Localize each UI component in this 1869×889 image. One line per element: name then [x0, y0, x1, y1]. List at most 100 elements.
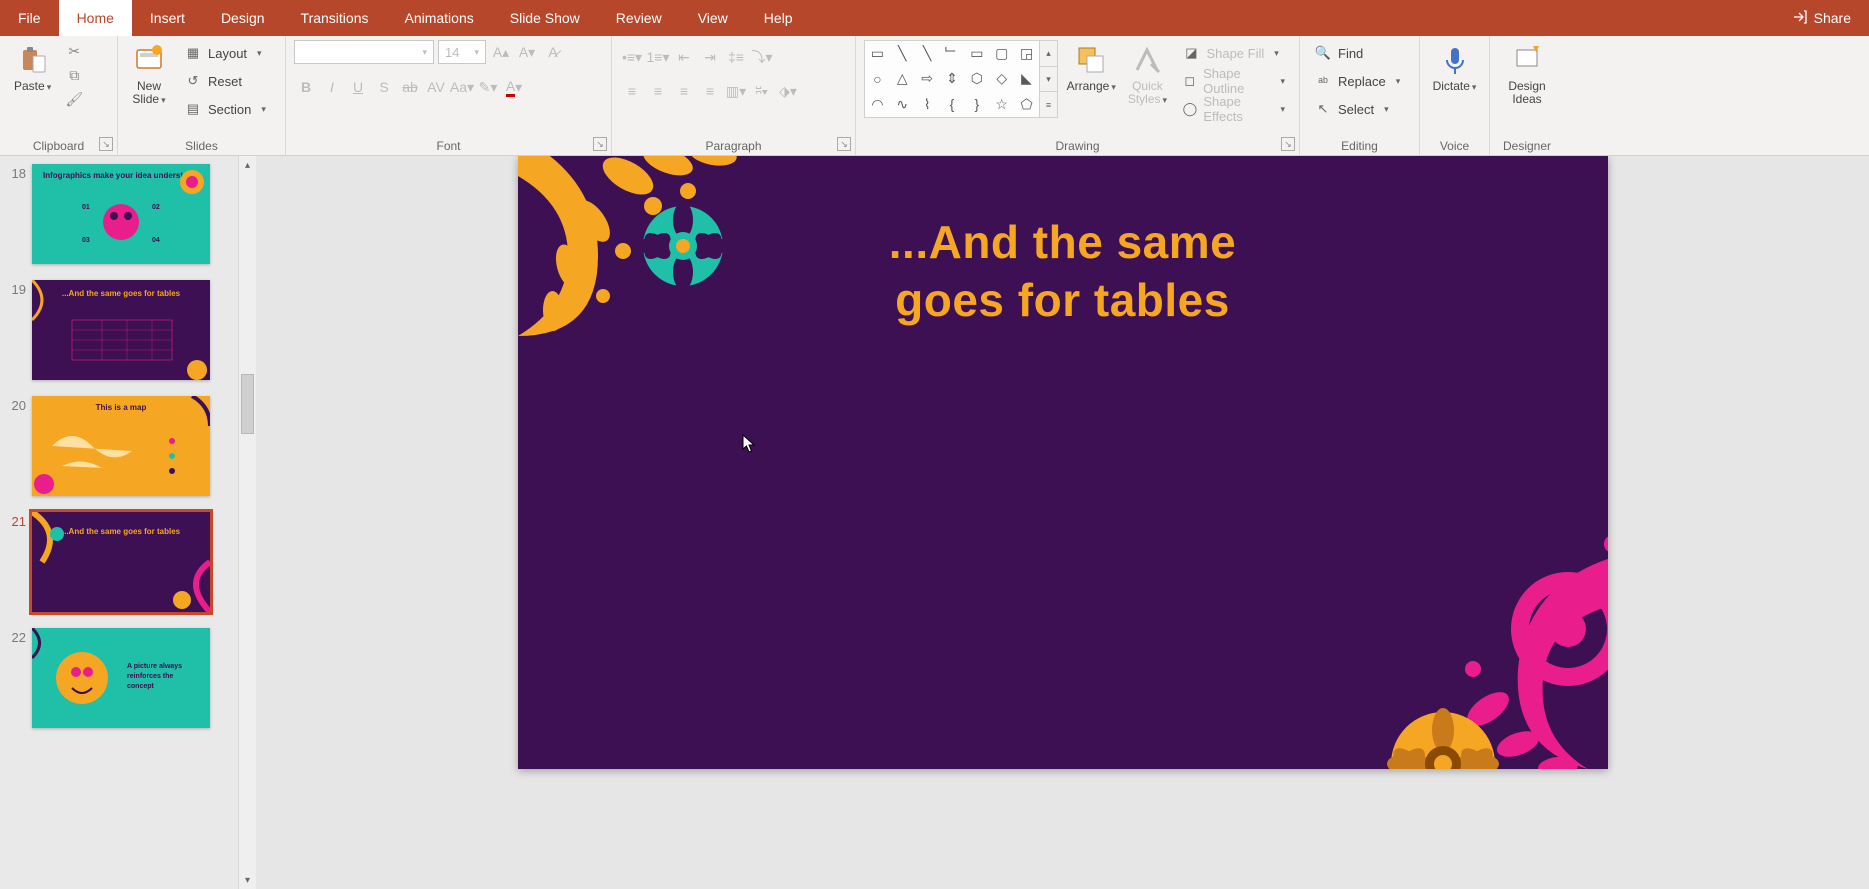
shape-arrow-ud[interactable]: ⇕ — [940, 66, 965, 91]
shapes-scroll-down[interactable]: ▾ — [1040, 67, 1057, 93]
shape-line[interactable]: ╲ — [890, 41, 915, 66]
shape-textbox[interactable]: ▭ — [865, 41, 890, 66]
line-spacing-icon[interactable]: ‡≡ — [724, 46, 748, 68]
underline-icon[interactable]: U — [346, 76, 370, 98]
shape-freeform[interactable]: ⌇ — [915, 92, 940, 117]
grow-font-icon[interactable]: A▴ — [490, 41, 512, 63]
tab-animations[interactable]: Animations — [386, 0, 491, 36]
shape-triangle[interactable]: △ — [890, 66, 915, 91]
char-spacing-icon[interactable]: AV — [424, 76, 448, 98]
shape-arrow-r[interactable]: ⇨ — [915, 66, 940, 91]
arrange-button[interactable]: Arrange — [1064, 40, 1118, 97]
format-painter-icon[interactable]: 🖌 — [63, 88, 85, 110]
shape-roundrect[interactable]: ▢ — [989, 41, 1014, 66]
increase-indent-icon[interactable]: ⇥ — [698, 46, 722, 68]
highlight-icon[interactable]: ✎▾ — [476, 76, 500, 98]
replace-button[interactable]: ᵃᵇReplace — [1308, 68, 1411, 94]
shape-oval[interactable]: ○ — [865, 66, 890, 91]
shapes-gallery-expand[interactable]: ≡ — [1040, 92, 1057, 117]
shape-curve[interactable]: ∿ — [890, 92, 915, 117]
quick-styles-button[interactable]: Quick Styles — [1124, 40, 1170, 110]
font-dialog-launcher[interactable]: ↘ — [593, 137, 607, 151]
shape-brace-l[interactable]: { — [940, 92, 965, 117]
tab-transitions[interactable]: Transitions — [283, 0, 387, 36]
find-button[interactable]: 🔍Find — [1308, 40, 1411, 66]
shadow-icon[interactable]: S — [372, 76, 396, 98]
slide-title[interactable]: ...And the same goes for tables — [518, 214, 1608, 329]
paste-button[interactable]: Paste — [8, 40, 57, 97]
tab-help[interactable]: Help — [746, 0, 811, 36]
align-right-icon[interactable]: ≡ — [672, 80, 696, 102]
thumbnail-20[interactable]: This is a map — [32, 396, 210, 496]
shape-callout[interactable]: ⬠ — [1014, 92, 1039, 117]
dictate-button[interactable]: Dictate — [1428, 40, 1481, 97]
smartart-icon[interactable]: ⬗▾ — [776, 80, 800, 102]
columns-icon[interactable]: ▥▾ — [724, 80, 748, 102]
tab-insert[interactable]: Insert — [132, 0, 203, 36]
tab-file[interactable]: File — [0, 0, 59, 36]
layout-button[interactable]: ▦Layout — [178, 40, 272, 66]
select-button[interactable]: ↖Select — [1308, 96, 1411, 122]
design-ideas-button[interactable]: Design Ideas — [1502, 40, 1551, 110]
font-name-combo[interactable]: ▾ — [294, 40, 434, 64]
cut-icon[interactable]: ✂ — [63, 40, 85, 62]
thumbnail-22[interactable]: A picture always reinforces the concept — [32, 628, 210, 728]
current-slide[interactable]: ...And the same goes for tables — [518, 156, 1608, 769]
shape-star[interactable]: ☆ — [989, 92, 1014, 117]
shapes-gallery[interactable]: ▭ ╲ ╲ ﹂ ▭ ▢ ◲ ○ △ ⇨ ⇕ ⬡ ◇ ◣ ◠ ∿ ⌇ — [864, 40, 1040, 118]
italic-icon[interactable]: I — [320, 76, 344, 98]
paragraph-dialog-launcher[interactable]: ↘ — [837, 137, 851, 151]
shape-connector[interactable]: ﹂ — [940, 41, 965, 66]
shape-hex[interactable]: ⬡ — [964, 66, 989, 91]
shape-chevron[interactable]: ◣ — [1014, 66, 1039, 91]
scroll-track[interactable] — [239, 174, 256, 871]
scroll-down-button[interactable]: ▾ — [239, 871, 256, 889]
slide-canvas-area[interactable]: ...And the same goes for tables — [256, 156, 1869, 889]
shape-snip[interactable]: ◲ — [1014, 41, 1039, 66]
tab-design[interactable]: Design — [203, 0, 283, 36]
share-button[interactable]: Share — [1774, 0, 1869, 36]
font-color-icon[interactable]: A▾ — [502, 76, 526, 98]
align-center-icon[interactable]: ≡ — [646, 80, 670, 102]
thumbnail-21[interactable]: ...And the same goes for tables — [32, 512, 210, 612]
shape-effects-button[interactable]: ◯Shape Effects — [1176, 96, 1291, 122]
group-drawing: ▭ ╲ ╲ ﹂ ▭ ▢ ◲ ○ △ ⇨ ⇕ ⬡ ◇ ◣ ◠ ∿ ⌇ — [856, 36, 1300, 155]
tab-slideshow[interactable]: Slide Show — [492, 0, 598, 36]
thumb-art-22: A picture always reinforces the concept — [32, 628, 210, 728]
bold-icon[interactable]: B — [294, 76, 318, 98]
section-button[interactable]: ▤Section — [178, 96, 272, 122]
tab-review[interactable]: Review — [598, 0, 680, 36]
scroll-up-button[interactable]: ▴ — [239, 156, 256, 174]
tab-view[interactable]: View — [680, 0, 746, 36]
text-direction-icon[interactable]: ⤵▾ — [750, 46, 774, 68]
bullets-icon[interactable]: •≡▾ — [620, 46, 644, 68]
copy-icon[interactable]: ⧉ — [63, 64, 85, 86]
numbering-icon[interactable]: 1≡▾ — [646, 46, 670, 68]
shapes-scroll-up[interactable]: ▴ — [1040, 41, 1057, 67]
shape-fill-button[interactable]: ◪Shape Fill — [1176, 40, 1291, 66]
group-label-voice: Voice — [1428, 137, 1481, 153]
align-left-icon[interactable]: ≡ — [620, 80, 644, 102]
shape-brace-r[interactable]: } — [964, 92, 989, 117]
shape-diamond[interactable]: ◇ — [989, 66, 1014, 91]
new-slide-button[interactable]: New Slide — [126, 40, 172, 110]
shape-outline-button[interactable]: ◻Shape Outline — [1176, 68, 1291, 94]
reset-button[interactable]: ↺Reset — [178, 68, 272, 94]
font-size-combo[interactable]: 14▾ — [438, 40, 486, 64]
change-case-icon[interactable]: Aa▾ — [450, 76, 474, 98]
clear-formatting-icon[interactable]: A̷ — [542, 41, 564, 63]
tab-home[interactable]: Home — [59, 0, 132, 36]
clipboard-dialog-launcher[interactable]: ↘ — [99, 137, 113, 151]
decrease-indent-icon[interactable]: ⇤ — [672, 46, 696, 68]
shape-arc[interactable]: ◠ — [865, 92, 890, 117]
thumbnail-19[interactable]: ...And the same goes for tables — [32, 280, 210, 380]
strikethrough-icon[interactable]: ab — [398, 76, 422, 98]
shrink-font-icon[interactable]: A▾ — [516, 41, 538, 63]
drawing-dialog-launcher[interactable]: ↘ — [1281, 137, 1295, 151]
scroll-thumb[interactable] — [241, 374, 254, 434]
shape-line2[interactable]: ╲ — [915, 41, 940, 66]
justify-icon[interactable]: ≡ — [698, 80, 722, 102]
align-text-icon[interactable]: ⎶▾ — [750, 80, 774, 102]
shape-rect[interactable]: ▭ — [964, 41, 989, 66]
thumbnail-18[interactable]: Infographics make your idea understable … — [32, 164, 210, 264]
